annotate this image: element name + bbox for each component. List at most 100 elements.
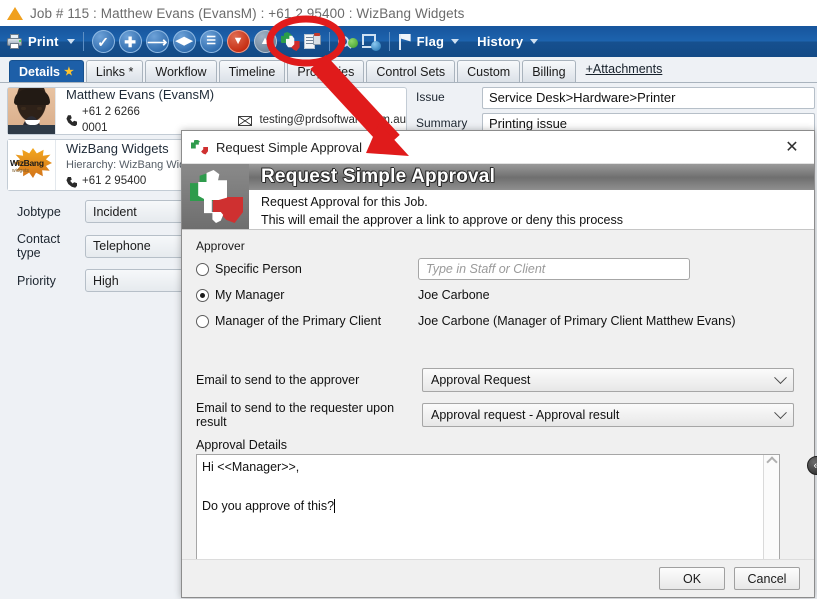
jobtype-label: Jobtype xyxy=(17,204,61,219)
contact-email: testing@prdsoftware.com.au xyxy=(259,114,406,127)
print-label: Print xyxy=(28,34,59,49)
toolbar-divider-3 xyxy=(388,32,390,51)
tab-control-sets-label: Control Sets xyxy=(376,64,446,79)
tab-links-label: Links * xyxy=(95,64,134,79)
main-toolbar: Print ✓ ✚ ⟶ ◀▶ ☰ ▼ ▲ Flag History xyxy=(0,26,817,57)
check-icon-button[interactable]: ✓ xyxy=(91,30,115,53)
plus-icon-button[interactable]: ✚ xyxy=(118,30,142,53)
tab-control-sets[interactable]: Control Sets xyxy=(366,60,456,82)
email-requester-label: Email to send to the requester upon resu… xyxy=(196,401,395,429)
email-requester-value: Approval request - Approval result xyxy=(431,408,620,422)
application-window: Job # 115 : Matthew Evans (EvansM) : +61… xyxy=(0,0,817,599)
contact-card: Matthew Evans (EvansM) +61 2 6266 0001 t… xyxy=(7,87,407,135)
printer-icon xyxy=(6,34,23,49)
approval-thumbs-icon[interactable] xyxy=(280,32,300,51)
dialog-title: Request Simple Approval xyxy=(216,139,362,155)
tab-links[interactable]: Links * xyxy=(85,60,144,82)
company-phone: +61 2 95400 xyxy=(82,175,147,188)
specific-person-input[interactable]: Type in Staff or Client xyxy=(418,258,690,280)
request-simple-approval-dialog: Request Simple Approval ✕ Request Simple… xyxy=(181,130,817,598)
email-approver-value: Approval Request xyxy=(431,373,531,387)
tab-custom[interactable]: Custom xyxy=(457,60,521,82)
tab-custom-label: Custom xyxy=(467,64,511,79)
approval-thumbs-icon xyxy=(191,139,208,155)
approval-details-wrap: Hi <<Manager>>, Do you approve of this? … xyxy=(196,454,817,570)
tab-properties-label: Properties xyxy=(297,64,355,79)
approver-option-specific-person[interactable]: Specific Person Type in Staff or Client xyxy=(196,256,800,282)
collapse-panel-button[interactable]: « xyxy=(807,456,817,475)
search-person-icon[interactable] xyxy=(337,33,358,51)
close-icon[interactable]: ✕ xyxy=(778,136,806,158)
approval-details-textarea[interactable]: Hi <<Manager>>, Do you approve of this? xyxy=(196,454,780,570)
banner-heading: Request Simple Approval xyxy=(261,165,496,187)
approver-section-label: Approver xyxy=(196,239,245,253)
tab-details[interactable]: Details ★ xyxy=(9,60,84,82)
history-label[interactable]: History xyxy=(477,34,523,49)
chevron-down-circle-icon-button[interactable]: ▼ xyxy=(226,30,250,53)
radio-primary-client-manager[interactable] xyxy=(196,314,209,328)
cancel-button[interactable]: Cancel xyxy=(734,567,800,590)
arrow-right-icon-button[interactable]: ⟶ xyxy=(145,30,169,53)
email-approver-label: Email to send to the approver xyxy=(196,373,360,387)
summary-label: Summary xyxy=(416,116,468,130)
company-logo-subtext: widgets xyxy=(12,168,29,174)
banner-line-2: This will email the approver a link to a… xyxy=(261,212,623,227)
tab-billing[interactable]: Billing xyxy=(522,60,576,82)
dialog-title-bar: Request Simple Approval ✕ xyxy=(182,131,814,164)
dialog-body: Approver Specific Person Type in Staff o… xyxy=(182,230,817,597)
email-approver-select[interactable]: Approval Request xyxy=(422,368,794,392)
avatar xyxy=(8,88,56,134)
warning-triangle-icon xyxy=(7,6,23,20)
chevron-up-circle-icon-button[interactable]: ▲ xyxy=(253,30,277,53)
approver-option-primary-client-manager[interactable]: Manager of the Primary Client Joe Carbon… xyxy=(196,308,800,334)
mail-icon xyxy=(238,115,253,126)
email-settings: Email to send to the approver Approval R… xyxy=(196,368,800,429)
approval-details-line-3: Do you approve of this? xyxy=(202,498,335,513)
tab-timeline[interactable]: Timeline xyxy=(218,60,286,82)
tab-details-label: Details xyxy=(19,64,60,79)
list-icon-button[interactable]: ☰ xyxy=(199,30,223,53)
my-manager-value: Joe Carbone xyxy=(418,288,490,302)
tab-workflow[interactable]: Workflow xyxy=(145,60,217,82)
flag-chevron-down-icon[interactable] xyxy=(451,39,460,44)
approval-details-line-2 xyxy=(202,477,758,496)
approver-option-my-manager[interactable]: My Manager Joe Carbone xyxy=(196,282,800,308)
flag-icon[interactable] xyxy=(398,33,413,51)
issue-value[interactable]: Service Desk>Hardware>Printer xyxy=(482,87,815,109)
radio-my-manager-label: My Manager xyxy=(215,288,285,302)
star-icon: ★ xyxy=(64,66,74,78)
issue-label: Issue xyxy=(416,90,445,104)
tab-properties[interactable]: Properties xyxy=(287,60,365,82)
chevron-down-icon[interactable] xyxy=(66,39,75,44)
flag-label[interactable]: Flag xyxy=(417,34,445,49)
approval-details-label: Approval Details xyxy=(196,438,288,452)
history-chevron-down-icon[interactable] xyxy=(530,39,539,44)
screen-globe-icon[interactable] xyxy=(361,33,381,51)
company-logo: WizBang widgets xyxy=(8,140,56,190)
window-title: Job # 115 : Matthew Evans (EvansM) : +61… xyxy=(30,5,465,21)
approval-details-scrollbar[interactable] xyxy=(763,455,779,569)
email-row-approver: Email to send to the approver Approval R… xyxy=(196,368,800,392)
ok-button[interactable]: OK xyxy=(659,567,725,590)
dialog-footer: OK Cancel xyxy=(182,559,814,597)
radio-my-manager[interactable] xyxy=(196,288,209,302)
radio-specific-person-label: Specific Person xyxy=(215,262,302,276)
scroll-up-icon[interactable] xyxy=(765,456,778,468)
priority-label: Priority xyxy=(17,273,56,288)
tab-workflow-label: Workflow xyxy=(155,64,207,79)
chevron-down-icon xyxy=(774,405,787,419)
approval-details-line-1: Hi <<Manager>>, xyxy=(202,460,300,474)
contacttype-label: Contact type xyxy=(17,232,61,260)
attachments-link[interactable]: +Attachments xyxy=(586,62,663,78)
email-requester-select[interactable]: Approval request - Approval result xyxy=(422,403,794,427)
tab-strip: Details ★ Links * Workflow Timeline Prop… xyxy=(0,57,817,83)
document-clock-icon[interactable] xyxy=(303,32,321,51)
chevron-down-icon xyxy=(774,370,787,384)
text-caret xyxy=(334,498,339,513)
approver-radio-group: Specific Person Type in Staff or Client … xyxy=(196,256,800,334)
contact-name: Matthew Evans (EvansM) xyxy=(66,86,215,102)
toolbar-divider xyxy=(82,32,84,51)
radio-specific-person[interactable] xyxy=(196,262,209,276)
print-button[interactable]: Print xyxy=(6,34,75,49)
arrow-left-right-icon-button[interactable]: ◀▶ xyxy=(172,30,196,53)
